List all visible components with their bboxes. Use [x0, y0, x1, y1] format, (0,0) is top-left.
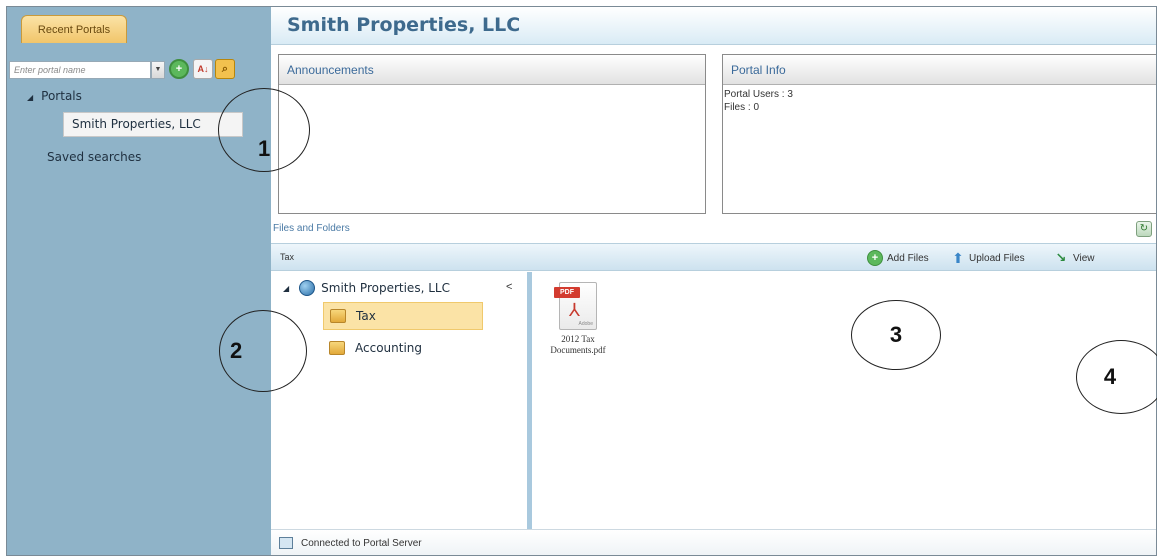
announcements-panel: Announcements	[278, 54, 706, 214]
callout-1: 1	[218, 88, 310, 172]
portal-info-panel: Portal Info Portal Users : 3 Files : 0	[722, 54, 1156, 214]
portals-tree-node[interactable]: ◢ Portals	[27, 89, 82, 103]
file-list-pane: PDF ⅄ Adobe 2012 Tax Documents.pdf	[532, 272, 1156, 529]
sidebar: Recent Portals Enter portal name ▼ + A↓ …	[7, 7, 271, 555]
folder-tree-root[interactable]: ◢ Smith Properties, LLC	[283, 280, 450, 296]
server-connection-icon	[279, 537, 293, 549]
folder-search-icon[interactable]: ⌕	[215, 59, 235, 79]
folder-label: Tax	[356, 309, 376, 323]
add-portal-icon[interactable]: +	[169, 59, 189, 79]
sort-az-icon[interactable]: A↓	[193, 59, 213, 79]
folder-item-tax[interactable]: Tax	[323, 302, 483, 330]
files-toolbar: Tax + Add Files ⬆ Upload Files ↘ View	[271, 243, 1156, 271]
files-count: Files : 0	[724, 102, 760, 113]
view-arrow-icon: ↘	[1055, 250, 1067, 265]
folder-icon	[330, 309, 346, 323]
breadcrumb[interactable]: Tax	[280, 252, 294, 262]
file-item[interactable]: PDF ⅄ Adobe 2012 Tax Documents.pdf	[546, 282, 610, 356]
view-label: View	[1073, 252, 1095, 264]
portal-search-input[interactable]: Enter portal name	[9, 61, 151, 79]
portal-header: Smith Properties, LLC	[271, 7, 1156, 45]
refresh-icon[interactable]: ↻	[1136, 221, 1152, 237]
add-files-button[interactable]: + Add Files	[867, 249, 929, 267]
callout-4: 4	[1076, 340, 1157, 414]
portal-info-title: Portal Info	[723, 55, 1156, 85]
upload-arrow-icon: ⬆	[952, 249, 964, 266]
folder-icon	[329, 341, 345, 355]
sidebar-item-saved-searches[interactable]: Saved searches	[47, 150, 141, 164]
upload-files-button[interactable]: ⬆ Upload Files	[951, 249, 1025, 267]
announcements-title: Announcements	[279, 55, 705, 85]
callout-3: 3	[851, 300, 941, 370]
add-files-label: Add Files	[887, 252, 929, 264]
folder-root-label: Smith Properties, LLC	[321, 281, 450, 295]
portals-label: Portals	[41, 89, 82, 103]
status-text: Connected to Portal Server	[301, 538, 422, 549]
globe-icon	[299, 280, 316, 296]
callout-2: 2	[219, 310, 307, 392]
collapse-pane-button[interactable]: <	[506, 281, 512, 293]
files-and-folders-label: Files and Folders	[273, 223, 350, 234]
page-title: Smith Properties, LLC	[287, 14, 521, 36]
view-button[interactable]: ↘ View	[1053, 249, 1095, 267]
sidebar-item-smith-properties[interactable]: Smith Properties, LLC	[63, 112, 243, 137]
status-bar: Connected to Portal Server	[271, 529, 1156, 555]
plus-icon: +	[867, 250, 883, 266]
folder-item-accounting[interactable]: Accounting	[323, 334, 422, 362]
folder-label: Accounting	[355, 341, 423, 355]
file-name: 2012 Tax Documents.pdf	[550, 334, 606, 355]
pdf-file-icon: PDF ⅄ Adobe	[554, 282, 597, 330]
folder-tree-pane: ◢ Smith Properties, LLC < Tax Accounting	[271, 272, 527, 529]
portal-dropdown-button[interactable]: ▼	[151, 61, 165, 79]
app-window: Recent Portals Enter portal name ▼ + A↓ …	[6, 6, 1157, 556]
portal-users-count: Portal Users : 3	[724, 89, 793, 100]
main-content: Smith Properties, LLC Announcements Port…	[271, 7, 1156, 555]
expand-triangle-icon[interactable]: ◢	[27, 93, 33, 102]
recent-portals-tab[interactable]: Recent Portals	[21, 15, 127, 43]
upload-files-label: Upload Files	[969, 252, 1025, 264]
expand-triangle-icon[interactable]: ◢	[283, 284, 289, 293]
